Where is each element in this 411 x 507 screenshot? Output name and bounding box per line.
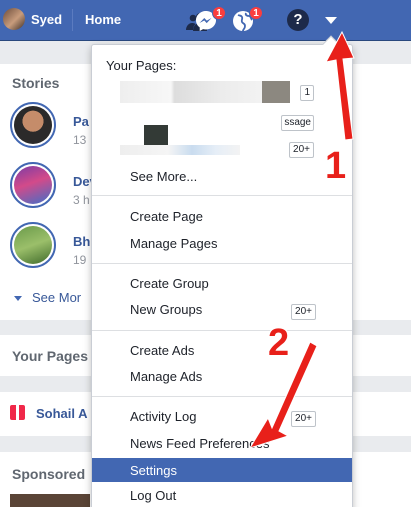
manage-ads-item[interactable]: Manage Ads [130,369,202,384]
page-message-label: ssage [281,115,314,131]
notifications-badge: 1 [249,6,263,20]
globe-icon[interactable]: 1 [231,6,263,33]
account-dropdown-menu: Your Pages: 1 ssage 20+ See More... Crea… [91,35,353,507]
manage-pages-item[interactable]: Manage Pages [130,236,217,251]
story-avatar[interactable] [10,102,56,148]
story-time: 13 [73,133,87,147]
create-group-item[interactable]: Create Group [130,276,209,291]
menu-divider [92,195,352,196]
story-avatar[interactable] [10,162,56,208]
page-count-badge: 1 [300,85,314,101]
menu-divider [92,330,352,331]
create-page-item[interactable]: Create Page [130,209,203,224]
news-feed-preferences-item[interactable]: News Feed Preferences [130,436,269,451]
help-icon[interactable]: ? [287,9,309,31]
story-avatar[interactable] [10,222,56,268]
top-navigation-bar: Syed Home 1 1 ? [0,0,411,41]
page-count-badge: 20+ [289,142,314,158]
messenger-icon[interactable]: 1 [194,6,226,33]
stories-title: Stories [12,75,60,91]
sponsored-title: Sponsored [12,466,86,482]
messenger-badge: 1 [212,6,226,20]
your-pages-heading: Your Pages: [106,58,177,73]
activity-log-count: 20+ [291,411,316,427]
see-more-label: See Mor [32,290,82,305]
step-number-2: 2 [268,322,290,364]
stories-see-more[interactable]: See Mor [14,290,81,305]
settings-item[interactable]: Settings [92,458,352,482]
sponsored-image[interactable] [10,494,90,507]
page-entry-thumbnail [262,81,290,103]
home-link[interactable]: Home [85,12,121,27]
activity-log-item[interactable]: Activity Log [130,409,196,424]
nav-divider [72,9,73,31]
profile-avatar[interactable] [3,8,25,30]
page-entry-thumbnail [144,125,168,147]
chevron-down-icon [14,296,22,302]
step-number-1: 1 [325,145,347,187]
new-groups-count: 20+ [291,304,316,320]
story-name[interactable]: Bh [73,234,90,249]
caret-down-icon[interactable] [325,17,337,24]
new-groups-item[interactable]: New Groups [130,302,202,317]
gift-icon [10,405,25,420]
profile-name-link[interactable]: Syed [31,12,62,27]
create-ads-item[interactable]: Create Ads [130,343,194,358]
settings-label: Settings [130,463,177,478]
log-out-item[interactable]: Log Out [130,488,176,503]
see-more-pages-item[interactable]: See More... [130,169,197,184]
story-time: 3 h [73,193,90,207]
your-pages-title: Your Pages [12,348,88,364]
story-time: 19 [73,253,87,267]
story-name[interactable]: Pa [73,114,89,129]
page-entry-blurred[interactable] [120,145,240,155]
menu-divider [92,263,352,264]
page-shortcut-name[interactable]: Sohail A [36,406,88,421]
menu-divider [92,396,352,397]
